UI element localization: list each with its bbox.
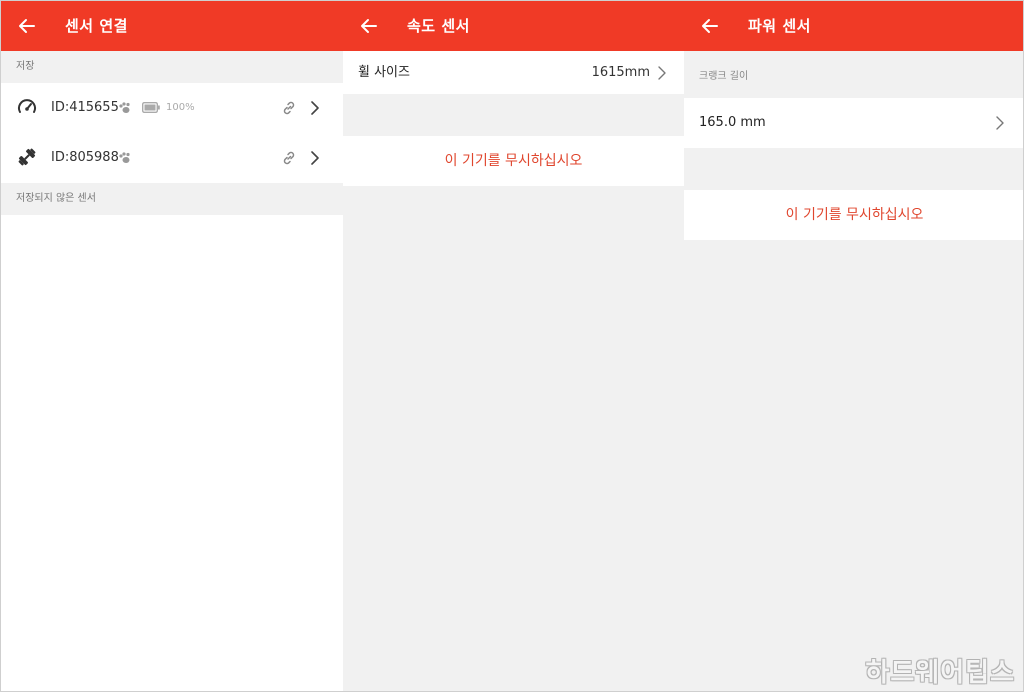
app-bar: 센서 연결 [1, 1, 343, 51]
back-arrow-icon[interactable] [17, 16, 37, 36]
page-title: 센서 연결 [65, 17, 128, 35]
back-arrow-icon[interactable] [359, 16, 379, 36]
signal-paw-icon [119, 152, 130, 163]
chevron-right-icon[interactable] [310, 101, 319, 115]
wheel-size-value: 1615mm [591, 65, 650, 80]
crank-length-header: 크랭크 길이 [699, 71, 749, 82]
sensor-row[interactable]: ID:805988 [1, 133, 343, 183]
sensor-id: ID:805988 [51, 150, 119, 165]
speedometer-icon [18, 99, 36, 113]
wheel-size-label: 휠 사이즈 [358, 65, 410, 80]
chevron-right-icon[interactable] [310, 151, 319, 165]
saved-section-header: 저장 [1, 51, 343, 83]
power-sensor-screen: 파워 센서 크랭크 길이 165.0 mm 이 기기를 무시하십시오 [684, 1, 1023, 691]
wheel-size-row[interactable]: 휠 사이즈 1615mm [343, 51, 684, 94]
crank-length-value: 165.0 mm [699, 115, 766, 130]
app-bar: 파워 센서 [684, 1, 1023, 51]
watermark: 하드웨어팁스 [865, 658, 1015, 688]
speed-sensor-screen: 속도 센서 휠 사이즈 1615mm 이 기기를 무시하십시오 [343, 1, 684, 691]
signal-paw-icon [119, 102, 130, 113]
page-title: 속도 센서 [407, 17, 470, 35]
chevron-right-icon [658, 66, 666, 80]
page-title: 파워 센서 [748, 17, 811, 35]
link-icon[interactable] [281, 150, 297, 166]
chevron-right-icon [996, 116, 1004, 130]
link-icon[interactable] [281, 100, 297, 116]
sensor-id: ID:415655 [51, 100, 119, 115]
sensor-row[interactable]: ID:415655 100% [1, 83, 343, 133]
battery-icon [142, 102, 160, 113]
crank-length-row[interactable]: 165.0 mm [684, 98, 1023, 148]
battery-percentage: 100% [166, 102, 195, 113]
back-arrow-icon[interactable] [700, 16, 720, 36]
screenshot-frame: 센서 연결 저장 ID:415655 100% ID:805988 저장되지 않… [0, 0, 1024, 692]
unsaved-section-header: 저장되지 않은 센서 [1, 183, 343, 215]
app-bar: 속도 센서 [343, 1, 684, 51]
ignore-device-button[interactable]: 이 기기를 무시하십시오 [684, 190, 1023, 240]
dumbbell-icon [18, 148, 36, 166]
ignore-device-button[interactable]: 이 기기를 무시하십시오 [343, 136, 684, 186]
sensor-connect-screen: 센서 연결 저장 ID:415655 100% ID:805988 저장되지 않… [1, 1, 343, 691]
